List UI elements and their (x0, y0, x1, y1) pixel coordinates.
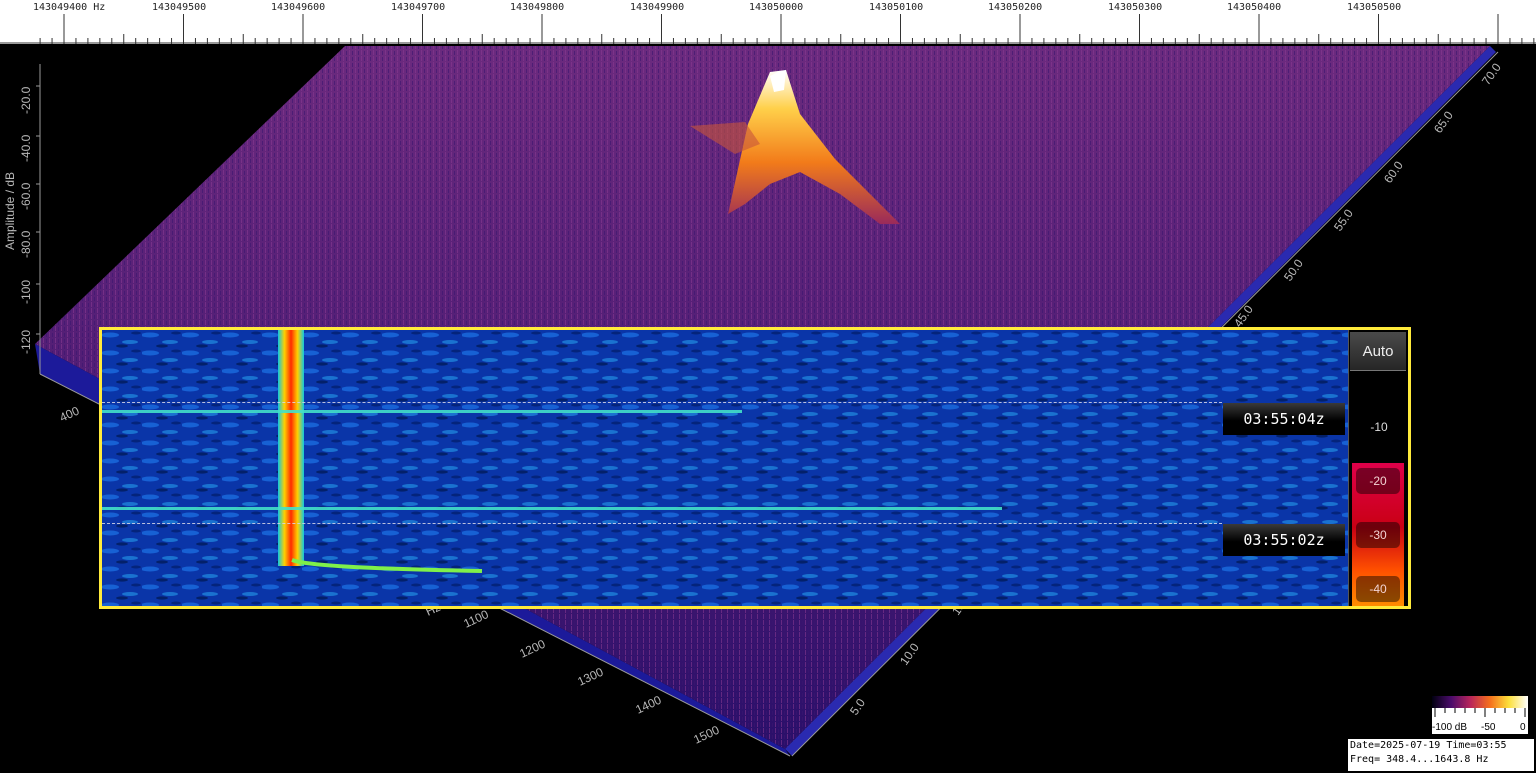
freq-label-10: 143050400 (1227, 2, 1282, 13)
freq-label-0: 143049400 Hz (33, 2, 106, 13)
amp-tick-4: -100 (19, 280, 33, 304)
signal-trace (278, 330, 304, 566)
freq-label-9: 143050300 (1108, 2, 1163, 13)
waterfall-panel[interactable]: 03:55:04z 03:55:02z Auto -10 -20 -30 -40 (99, 327, 1411, 609)
freq-tick-1: 1100 (461, 607, 491, 631)
amp-tick-3: -80.0 (19, 230, 33, 258)
amp-tick-1: -40.0 (19, 134, 33, 162)
freq-label-7: 143050100 (869, 2, 924, 13)
scale-label-0: -10 (1370, 420, 1388, 434)
auto-button[interactable]: Auto (1350, 332, 1406, 371)
scale-label-3: -40 (1356, 576, 1400, 602)
freq-tick-5: 1500 (691, 723, 721, 747)
waterfall-scale-panel: Auto -10 -20 -30 -40 (1348, 330, 1408, 606)
burst-line-upper (102, 410, 742, 413)
amp-tick-0: -20.0 (19, 86, 33, 114)
amp-tick-5: -120 (19, 330, 33, 354)
scale-label-2: -30 (1356, 522, 1400, 548)
amplitude-axis: Amplitude / dB -20.0 -40.0 -60.0 -80.0 -… (3, 64, 41, 374)
waterfall-scale-bar[interactable]: -20 -30 -40 (1352, 463, 1404, 606)
freq-tick-0: 400 (57, 403, 81, 424)
legend-ticks (1434, 708, 1526, 717)
color-legend-bar (1432, 696, 1528, 708)
info-frequency-range: Freq= 348.4...1643.8 Hz (1350, 754, 1489, 765)
time-marker-line-lower (102, 523, 1222, 524)
color-legend-scale: -100 dB -50 0 (1432, 708, 1528, 734)
freq-label-8: 143050200 (988, 2, 1043, 13)
freq-tick-3: 1300 (575, 665, 605, 689)
freq-label-11: 143050500 (1347, 2, 1402, 13)
waterfall-canvas[interactable] (102, 330, 1348, 606)
freq-label-4: 143049800 (510, 2, 565, 13)
burst-line-lower (102, 507, 1002, 510)
time-tick-7: 5.0 (847, 696, 868, 718)
time-marker-line-upper (102, 402, 1222, 403)
legend-label-max: 0 (1520, 722, 1526, 733)
freq-label-3: 143049700 (391, 2, 446, 13)
freq-label-1: 143049500 (152, 2, 207, 13)
freq-tick-4: 1400 (633, 693, 663, 717)
timestamp-upper: 03:55:04z (1223, 403, 1345, 435)
freq-tick-2: 1200 (517, 637, 547, 661)
legend-label-mid: -50 (1481, 722, 1496, 733)
freq-label-6: 143050000 (749, 2, 804, 13)
legend-label-min: -100 dB (1432, 722, 1468, 733)
amp-tick-2: -60.0 (19, 182, 33, 210)
scale-label-1: -20 (1356, 468, 1400, 494)
info-box: Date=2025-07-19 Time=03:55 Freq= 348.4..… (1348, 739, 1534, 771)
info-date-time: Date=2025-07-19 Time=03:55 (1350, 740, 1507, 751)
amplitude-axis-title: Amplitude / dB (3, 172, 17, 250)
freq-label-5: 143049900 (630, 2, 685, 13)
freq-label-2: 143049600 (271, 2, 326, 13)
frequency-ruler: 143049400 Hz 143049500 143049600 1430497… (0, 0, 1536, 44)
timestamp-lower: 03:55:02z (1223, 524, 1345, 556)
